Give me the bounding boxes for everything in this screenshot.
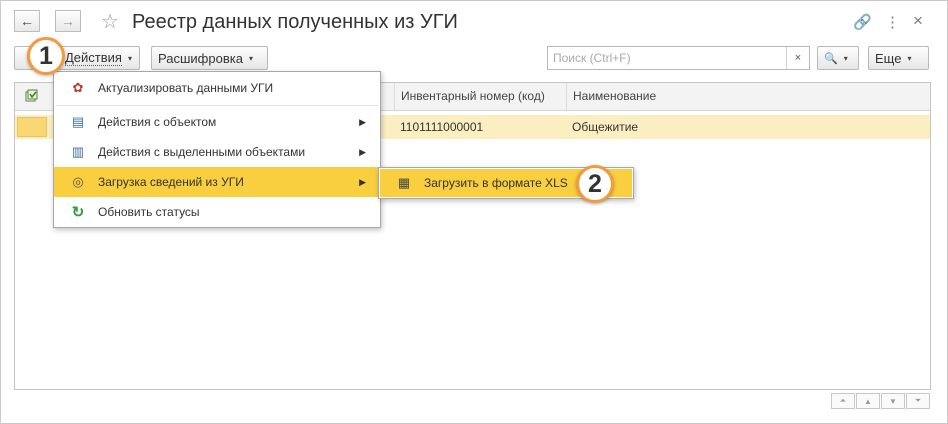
inventory-number-cell: 1101111000001	[400, 120, 484, 134]
select-all-checkbox[interactable]	[19, 83, 49, 110]
submenu-arrow-icon: ▶	[359, 116, 366, 127]
menu-item-selected-actions[interactable]: ▥ Действия с выделенными объектами ▶	[54, 137, 380, 167]
menu-item-label: Действия с объектом	[98, 115, 217, 129]
chevron-down-icon: ▾	[907, 53, 912, 63]
chevron-down-icon: ▾	[248, 53, 253, 63]
favorite-star-icon[interactable]: ☆	[101, 9, 119, 34]
clear-search-icon[interactable]: ×	[786, 47, 809, 69]
search-input[interactable]	[553, 50, 783, 66]
column-header-name[interactable]: Наименование	[566, 83, 930, 110]
decode-button[interactable]: Расшифровка ▾	[151, 46, 268, 70]
checkbox-list-icon	[25, 89, 38, 102]
menu-item-label: Загрузка сведений из УГИ	[98, 175, 244, 189]
chevron-down-icon: ▾	[127, 53, 132, 63]
chevron-down-icon: ▾	[843, 53, 848, 63]
actions-menu: ✿ Актуализировать данными УГИ ▤ Действия…	[53, 71, 381, 228]
search-button[interactable]: 🔍 ▾	[817, 46, 859, 70]
menu-item-refresh-ugi[interactable]: ✿ Актуализировать данными УГИ	[54, 73, 380, 103]
forward-button[interactable]: →	[55, 10, 81, 32]
column-header-inventory[interactable]: Инвентарный номер (код)	[394, 83, 566, 110]
arrow-left-icon: ←	[20, 13, 34, 29]
row-marker	[17, 117, 47, 137]
multi-document-icon: ▥	[71, 144, 85, 159]
link-icon[interactable]: 🔗	[853, 13, 872, 31]
scroll-down-button[interactable]: ▼	[881, 393, 905, 409]
globe-download-icon: ◎	[72, 174, 84, 189]
actions-button-label: Действия	[65, 50, 122, 66]
refresh-icon: ↻	[71, 204, 85, 221]
flower-icon: ✿	[72, 80, 84, 95]
menu-item-object-actions[interactable]: ▤ Действия с объектом ▶	[54, 107, 380, 137]
callout-badge-1: 1	[27, 37, 65, 75]
name-cell: Общежитие	[572, 120, 639, 134]
submenu-arrow-icon: ▶	[359, 146, 366, 157]
scroll-first-button[interactable]: ⏶	[831, 393, 855, 409]
table-scroll-controls: ⏶ ▲ ▼ ⏷	[831, 393, 931, 411]
callout-badge-2: 2	[576, 165, 614, 203]
arrow-right-icon: →	[61, 13, 75, 29]
menu-separator	[56, 105, 378, 106]
menu-item-update-statuses[interactable]: ↻ Обновить статусы	[54, 197, 380, 227]
search-field[interactable]: ×	[547, 46, 810, 70]
close-icon[interactable]: ×	[913, 11, 923, 31]
page-title: Реестр данных полученных из УГИ	[132, 11, 458, 33]
search-icon: 🔍	[824, 52, 838, 65]
more-button[interactable]: Еще ▾	[868, 46, 929, 70]
scroll-up-button[interactable]: ▲	[856, 393, 880, 409]
menu-item-label: Загрузить в формате XLS	[424, 176, 568, 190]
decode-button-label: Расшифровка	[158, 50, 243, 66]
menu-item-label: Обновить статусы	[98, 205, 200, 219]
back-button[interactable]: ←	[14, 10, 40, 32]
menu-item-load-ugi[interactable]: ◎ Загрузка сведений из УГИ ▶	[54, 167, 380, 197]
submenu-arrow-icon: ▶	[359, 176, 366, 187]
scroll-last-button[interactable]: ⏷	[906, 393, 930, 409]
form-window: ← → ☆ Реестр данных полученных из УГИ 🔗 …	[0, 0, 948, 424]
document-list-icon: ▤	[71, 114, 85, 129]
spreadsheet-icon: ▦	[397, 175, 411, 190]
menu-item-label: Актуализировать данными УГИ	[98, 81, 274, 95]
more-button-label: Еще	[875, 50, 902, 66]
menu-item-label: Действия с выделенными объектами	[98, 145, 306, 159]
more-vertical-icon[interactable]: ⋮	[885, 13, 900, 31]
